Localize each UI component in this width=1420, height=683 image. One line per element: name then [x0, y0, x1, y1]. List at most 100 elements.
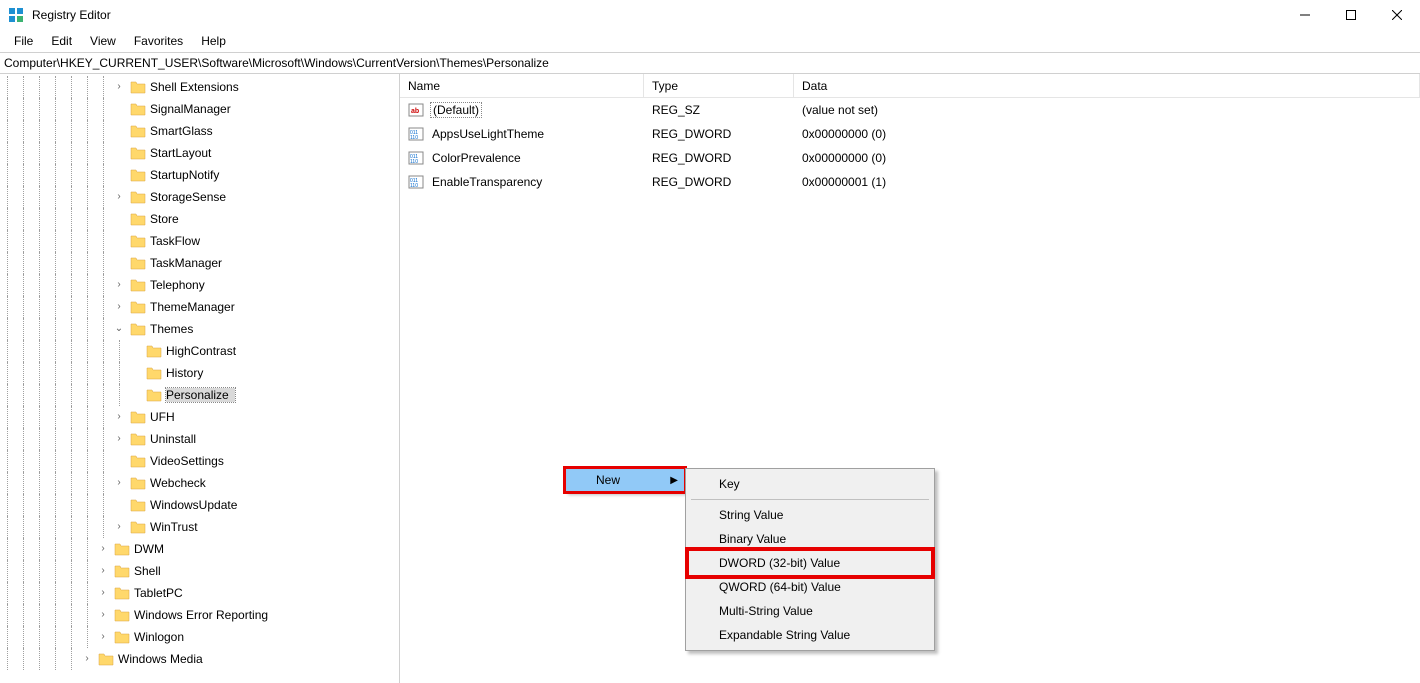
chevron-right-icon[interactable]: ›	[80, 648, 94, 670]
folder-icon	[130, 432, 146, 446]
menu-file[interactable]: File	[6, 32, 41, 50]
list-row[interactable]: 011110ColorPrevalenceREG_DWORD0x00000000…	[400, 146, 1420, 170]
chevron-right-icon[interactable]: ›	[112, 472, 126, 494]
chevron-right-icon[interactable]: ›	[112, 428, 126, 450]
tree-item[interactable]: ›Telephony	[0, 274, 399, 296]
ctx-sub-item[interactable]: Multi-String Value	[689, 599, 931, 623]
tree-item-label: WindowsUpdate	[150, 498, 243, 512]
tree-item[interactable]: History	[0, 362, 399, 384]
col-header-data[interactable]: Data	[794, 74, 1420, 97]
ctx-sub-item[interactable]: Binary Value	[689, 527, 931, 551]
ctx-sub-item[interactable]: QWORD (64-bit) Value	[689, 575, 931, 599]
tree-item[interactable]: ›Uninstall	[0, 428, 399, 450]
tree-item[interactable]: TaskManager	[0, 252, 399, 274]
chevron-right-icon[interactable]: ›	[96, 604, 110, 626]
ctx-sub-item[interactable]: DWORD (32-bit) Value	[689, 551, 931, 575]
tree-item-label: SignalManager	[150, 102, 237, 116]
menu-help[interactable]: Help	[193, 32, 234, 50]
tree-item[interactable]: WindowsUpdate	[0, 494, 399, 516]
tree-pane: ›Shell Extensions SignalManager SmartGlass…	[0, 74, 400, 683]
tree-item[interactable]: StartupNotify	[0, 164, 399, 186]
chevron-right-icon[interactable]: ›	[96, 626, 110, 648]
tree-item[interactable]: StartLayout	[0, 142, 399, 164]
list-row[interactable]: ab(Default)REG_SZ(value not set)	[400, 98, 1420, 122]
svg-text:ab: ab	[411, 108, 419, 115]
address-bar[interactable]: Computer\HKEY_CURRENT_USER\Software\Micr…	[0, 52, 1420, 74]
maximize-button[interactable]	[1328, 0, 1374, 30]
tree-item[interactable]: Personalize	[0, 384, 399, 406]
minimize-button[interactable]	[1282, 0, 1328, 30]
ctx-sub-item-label: String Value	[719, 508, 783, 522]
value-type: REG_DWORD	[644, 127, 794, 141]
tree-item-label: Windows Error Reporting	[134, 608, 274, 622]
menu-view[interactable]: View	[82, 32, 124, 50]
tree-item[interactable]: HighContrast	[0, 340, 399, 362]
value-data: 0x00000000 (0)	[794, 151, 1420, 165]
ctx-item-new[interactable]: New ▶	[566, 469, 684, 491]
folder-icon	[130, 410, 146, 424]
list-row[interactable]: 011110AppsUseLightThemeREG_DWORD0x000000…	[400, 122, 1420, 146]
tree-item-label: Store	[150, 212, 185, 226]
ctx-sub-item[interactable]: Expandable String Value	[689, 623, 931, 647]
folder-icon	[114, 586, 130, 600]
tree-item[interactable]: ›TabletPC	[0, 582, 399, 604]
chevron-right-icon[interactable]: ›	[112, 296, 126, 318]
folder-icon	[130, 212, 146, 226]
chevron-right-icon: ▶	[670, 475, 678, 486]
list-row[interactable]: 011110EnableTransparencyREG_DWORD0x00000…	[400, 170, 1420, 194]
tree-item[interactable]: ›Shell Extensions	[0, 76, 399, 98]
tree-item[interactable]: SmartGlass	[0, 120, 399, 142]
list-body: ab(Default)REG_SZ(value not set)011110Ap…	[400, 98, 1420, 194]
ctx-sub-item[interactable]: Key	[689, 472, 931, 496]
tree-item[interactable]: ›Windows Media	[0, 648, 399, 670]
tree-item[interactable]: › UFH	[0, 406, 399, 428]
folder-icon	[130, 256, 146, 270]
menu-favorites[interactable]: Favorites	[126, 32, 191, 50]
folder-icon	[114, 564, 130, 578]
context-menu[interactable]: New ▶	[565, 468, 685, 492]
window-controls	[1282, 0, 1420, 30]
menu-edit[interactable]: Edit	[43, 32, 80, 50]
value-name: ColorPrevalence	[430, 151, 523, 165]
tree-item[interactable]: ›ThemeManager	[0, 296, 399, 318]
tree-item[interactable]: ›DWM	[0, 538, 399, 560]
chevron-right-icon[interactable]: ›	[112, 274, 126, 296]
tree-scroll[interactable]: ›Shell Extensions SignalManager SmartGlass…	[0, 74, 399, 683]
ctx-item-label: New	[596, 473, 620, 487]
tree-item[interactable]: ›Shell	[0, 560, 399, 582]
tree-item[interactable]: ›WinTrust	[0, 516, 399, 538]
col-header-name[interactable]: Name	[400, 74, 644, 97]
tree-item[interactable]: ›StorageSense	[0, 186, 399, 208]
tree-item-label: History	[166, 366, 209, 380]
tree-item[interactable]: ›Winlogon	[0, 626, 399, 648]
tree-item[interactable]: ›Webcheck	[0, 472, 399, 494]
value-data: (value not set)	[794, 103, 1420, 117]
chevron-down-icon[interactable]: ⌄	[112, 318, 126, 340]
folder-icon	[130, 124, 146, 138]
close-button[interactable]	[1374, 0, 1420, 30]
col-header-type[interactable]: Type	[644, 74, 794, 97]
folder-icon	[130, 278, 146, 292]
tree-item[interactable]: › Windows Error Reporting	[0, 604, 399, 626]
tree-item[interactable]: TaskFlow	[0, 230, 399, 252]
chevron-right-icon[interactable]: ›	[112, 406, 126, 428]
chevron-right-icon[interactable]: ›	[112, 76, 126, 98]
chevron-right-icon[interactable]: ›	[96, 560, 110, 582]
folder-icon	[98, 652, 114, 666]
chevron-right-icon[interactable]: ›	[112, 516, 126, 538]
tree-item[interactable]: SignalManager	[0, 98, 399, 120]
ctx-sub-item-label: QWORD (64-bit) Value	[719, 580, 841, 594]
ctx-sub-item[interactable]: String Value	[689, 503, 931, 527]
regedit-icon	[8, 7, 24, 23]
chevron-right-icon[interactable]: ›	[96, 582, 110, 604]
svg-text:110: 110	[410, 159, 418, 165]
folder-icon	[130, 80, 146, 94]
chevron-right-icon[interactable]: ›	[112, 186, 126, 208]
tree-item[interactable]: VideoSettings	[0, 450, 399, 472]
tree-item[interactable]: Store	[0, 208, 399, 230]
context-submenu-new[interactable]: Key String Value Binary ValueDWORD (32-bit…	[685, 468, 935, 651]
chevron-right-icon[interactable]: ›	[96, 538, 110, 560]
tree-item-label: UFH	[150, 410, 181, 424]
tree-item[interactable]: ⌄Themes	[0, 318, 399, 340]
folder-icon	[130, 146, 146, 160]
